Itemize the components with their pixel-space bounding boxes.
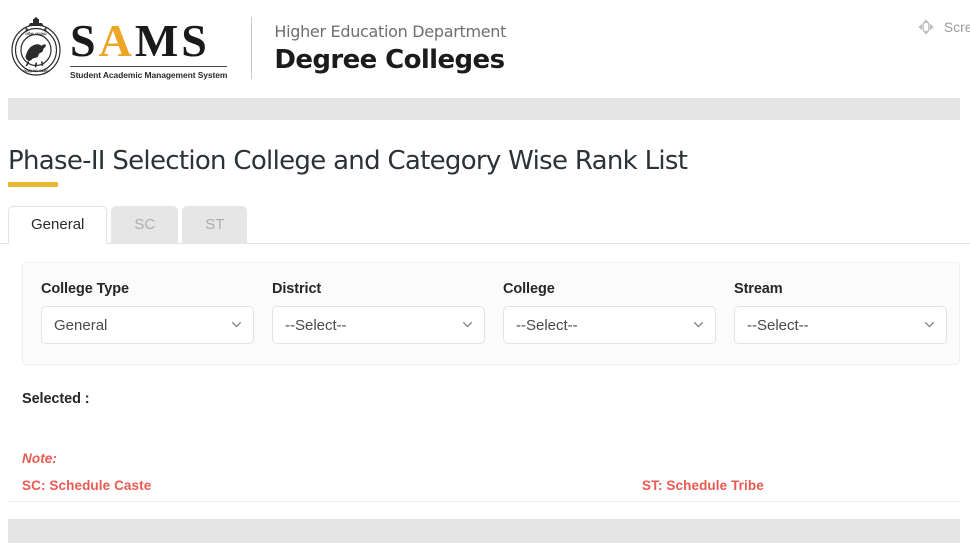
filter-panel: College Type General District --Select-- — [22, 262, 960, 365]
chevron-down-icon — [231, 319, 242, 330]
sams-logo-a: A — [98, 15, 135, 67]
footer-separator — [8, 501, 960, 502]
portal-name: Degree Colleges — [274, 44, 505, 75]
odisha-state-emblem-icon: ଓଡ଼ିଶା ସରକାର ସତ୍ୟମେବ ଜୟତେ — [8, 17, 64, 79]
tab-sc[interactable]: SC — [111, 206, 179, 244]
college-type-value: General — [54, 316, 108, 334]
sams-logo-subtitle: Student Academic Management System — [70, 65, 227, 80]
district-select[interactable]: --Select-- — [272, 306, 485, 344]
district-label: District — [272, 281, 322, 297]
category-tabs: General SC ST — [0, 205, 970, 244]
tab-st[interactable]: ST — [182, 206, 248, 244]
note-st-text: ST: Schedule Tribe — [642, 478, 764, 493]
field-district: District --Select-- — [254, 281, 485, 344]
tab-sc-label: SC — [134, 216, 156, 233]
site-header: ଓଡ଼ିଶା ସରକାର ସତ୍ୟମେବ ଜୟତେ SAMS Student A… — [0, 0, 970, 96]
main-nav-bar[interactable] — [8, 98, 960, 120]
screen-reader-icon — [917, 18, 935, 36]
page-title-wrap: Phase-II Selection College and Category … — [0, 120, 970, 187]
selected-label: Selected : — [22, 391, 90, 407]
stream-select[interactable]: --Select-- — [734, 306, 947, 344]
note-sc-text: SC: Schedule Caste — [22, 478, 152, 493]
note-block: Note: SC: Schedule Caste ST: Schedule Tr… — [22, 451, 970, 496]
sams-wordmark: SAMS Student Academic Management System — [70, 15, 227, 80]
sams-logo-s1: S — [70, 15, 99, 67]
college-select[interactable]: --Select-- — [503, 306, 716, 344]
tab-st-label: ST — [205, 216, 225, 233]
field-college: College --Select-- — [485, 281, 716, 344]
page-root: ଓଡ଼ିଶା ସରକାର ସତ୍ୟମେବ ଜୟତେ SAMS Student A… — [0, 0, 970, 546]
district-value: --Select-- — [285, 316, 347, 334]
tab-general-label: General — [31, 216, 85, 233]
college-value: --Select-- — [516, 316, 578, 334]
tab-general[interactable]: General — [8, 206, 108, 244]
chevron-down-icon — [693, 319, 704, 330]
title-accent-rule — [8, 182, 58, 187]
note-title: Note: — [22, 451, 57, 466]
note-legend: SC: Schedule Caste ST: Schedule Tribe — [22, 478, 970, 496]
college-type-label: College Type — [41, 281, 129, 297]
chevron-down-icon — [462, 319, 473, 330]
field-college-type: College Type General — [23, 281, 254, 344]
field-stream: Stream --Select-- — [716, 281, 947, 344]
screen-reader-link[interactable]: Screen — [917, 18, 970, 36]
sams-logo-ms: MS — [134, 15, 210, 67]
college-label: College — [503, 281, 555, 297]
brand-divider — [251, 17, 253, 79]
footer-bar — [8, 519, 960, 543]
chevron-down-icon — [924, 319, 935, 330]
stream-value: --Select-- — [747, 316, 809, 334]
stream-label: Stream — [734, 281, 783, 297]
selected-row: Selected : — [22, 391, 970, 407]
page-title: Phase-II Selection College and Category … — [8, 146, 688, 176]
department-block: Higher Education Department Degree Colle… — [274, 22, 506, 75]
screen-reader-label: Screen — [944, 19, 970, 35]
college-type-select[interactable]: General — [41, 306, 254, 344]
department-name: Higher Education Department — [274, 21, 507, 41]
brand-block: ଓଡ଼ିଶା ସରକାର ସତ୍ୟମେବ ଜୟତେ SAMS Student A… — [8, 10, 506, 86]
svg-text:ଓଡ଼ିଶା ସରକାର: ଓଡ଼ିଶା ସରକାର — [25, 32, 46, 36]
sams-logo-text: SAMS — [70, 15, 227, 67]
